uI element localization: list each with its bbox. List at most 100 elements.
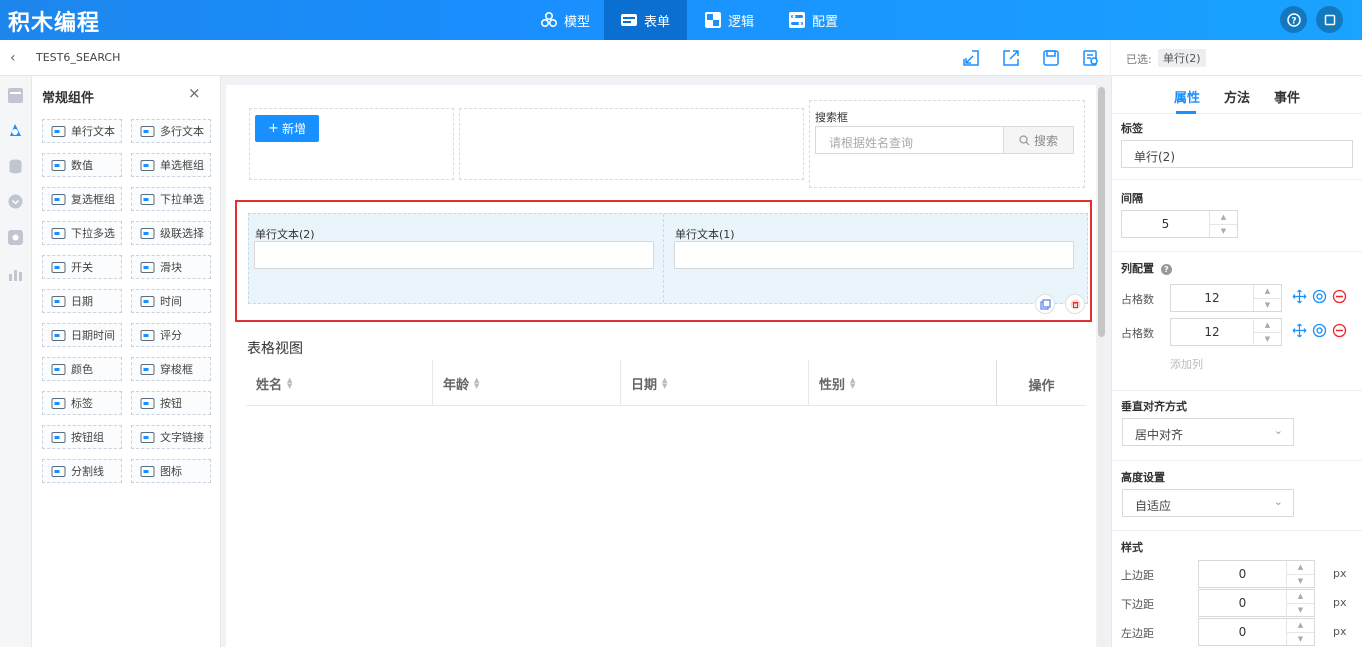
margin-top-stepper[interactable]: 0 ▲ ▼ [1198,560,1315,588]
palette-item[interactable]: 下拉多选 [42,221,122,245]
tag-icon [51,397,66,409]
sort-icon[interactable]: ▲ ▼ [662,377,667,390]
close-icon[interactable]: × [188,84,201,102]
nav-tab-config[interactable]: 配置 [772,0,854,40]
palette-item[interactable]: 日期 [42,289,122,313]
column-name[interactable]: 姓名 ▲ ▼ [246,360,432,406]
layout-icon[interactable] [7,87,24,104]
palette-item[interactable]: 单行文本 [42,119,122,143]
preview-icon[interactable] [1082,49,1100,67]
help-circle-icon[interactable]: ? [1160,264,1172,275]
remove-icon[interactable] [1332,289,1347,304]
divider [1112,179,1362,180]
column-age[interactable]: 年龄 ▲ ▼ [433,360,620,406]
add-button[interactable]: + 新增 [255,115,319,142]
import-icon[interactable] [962,49,980,67]
sort-icon[interactable]: ▲ ▼ [474,377,479,390]
save-icon[interactable] [1042,49,1060,67]
canvas-scrollbar[interactable] [1098,85,1105,647]
move-icon[interactable] [1292,323,1307,338]
palette-item[interactable]: 级联选择 [131,221,211,245]
chevron-down-icon: ⌄ [1273,424,1283,437]
palette-item[interactable]: 时间 [131,289,211,313]
chart-icon[interactable] [7,266,24,283]
palette-item[interactable]: 按钮组 [42,425,122,449]
decrement-icon[interactable]: ▼ [1287,602,1314,617]
valign-select[interactable]: 居中对齐 ⌄ [1122,418,1294,446]
palette-item[interactable]: 开关 [42,255,122,279]
palette-item[interactable]: 数值 [42,153,122,177]
sort-icon[interactable]: ▲ ▼ [287,377,292,390]
drop-zone-2[interactable] [459,108,804,180]
single-line-text-icon [51,125,66,137]
palette-item[interactable]: 多行文本 [131,119,211,143]
palette-item[interactable]: 颜色 [42,357,122,381]
search-button[interactable]: 搜索 [1003,126,1074,154]
decrement-icon[interactable]: ▼ [1210,223,1237,238]
increment-icon[interactable]: ▲ [1254,285,1281,298]
palette-item[interactable]: 日期时间 [42,323,122,347]
margin-bottom-label: 下边距 [1121,598,1154,611]
palette-item-label: 分割线 [71,465,104,478]
add-column-link[interactable]: 添加列 [1170,356,1203,372]
divider-icon [51,465,66,477]
sort-icon[interactable]: ▲ ▼ [850,377,855,390]
palette-item[interactable]: 按钮 [131,391,211,415]
copy-button[interactable] [1035,294,1055,314]
tab-properties[interactable]: 属性 [1174,87,1200,106]
increment-icon[interactable]: ▲ [1210,211,1237,224]
gap-stepper[interactable]: 5 ▲ ▼ [1121,210,1238,238]
delete-button[interactable] [1065,294,1085,314]
move-icon[interactable] [1292,289,1307,304]
scrollbar-thumb[interactable] [1098,87,1105,337]
increment-icon[interactable]: ▲ [1287,561,1314,574]
palette-item[interactable]: 穿梭框 [131,357,211,381]
increment-icon[interactable]: ▲ [1287,619,1314,632]
text-input-2[interactable] [674,241,1074,269]
increment-icon[interactable]: ▲ [1254,319,1281,332]
palette-item[interactable]: 图标 [131,459,211,483]
database-icon[interactable] [7,158,24,175]
decrement-icon[interactable]: ▼ [1287,573,1314,588]
settings-icon[interactable] [1312,323,1327,338]
settings-icon[interactable] [1312,289,1327,304]
decrement-icon[interactable]: ▼ [1287,631,1314,646]
margin-left-stepper[interactable]: 0 ▲ ▼ [1198,618,1315,646]
nav-tab-logic[interactable]: 逻辑 [688,0,770,40]
margin-bottom-stepper[interactable]: 0 ▲ ▼ [1198,589,1315,617]
divider [1112,390,1362,391]
height-select[interactable]: 自适应 ⌄ [1122,489,1294,517]
settings-square-icon[interactable] [7,229,24,246]
column-gender[interactable]: 性别 ▲ ▼ [809,360,996,406]
chevron-circle-icon[interactable] [7,193,24,210]
add-button-label: 新增 [281,122,306,136]
column-date[interactable]: 日期 ▲ ▼ [621,360,808,406]
tab-methods[interactable]: 方法 [1224,87,1250,106]
palette-item[interactable]: 滑块 [131,255,211,279]
col-span-stepper-2[interactable]: 12 ▲ ▼ [1170,318,1282,346]
search-input[interactable]: 请根据姓名查询 [815,126,1004,154]
text-input-1[interactable] [254,241,654,269]
decrement-icon[interactable]: ▼ [1254,297,1281,312]
palette-item[interactable]: 下拉单选 [131,187,211,211]
style-section-title: 样式 [1121,541,1143,554]
decrement-icon[interactable]: ▼ [1254,331,1281,346]
palette-item[interactable]: 标签 [42,391,122,415]
components-icon[interactable] [7,122,24,139]
remove-icon[interactable] [1332,323,1347,338]
back-arrow-icon[interactable]: ‹ [10,50,16,66]
palette-item[interactable]: 单选框组 [131,153,211,177]
col-span-stepper-1[interactable]: 12 ▲ ▼ [1170,284,1282,312]
palette-item[interactable]: 复选框组 [42,187,122,211]
palette-item[interactable]: 分割线 [42,459,122,483]
palette-item[interactable]: 评分 [131,323,211,347]
tab-events[interactable]: 事件 [1274,87,1300,106]
palette-item[interactable]: 文字链接 [131,425,211,449]
label-input[interactable]: 单行(2) [1121,140,1353,168]
nav-tab-form[interactable]: 表单 [604,0,687,40]
help-button[interactable]: ? [1280,6,1307,33]
export-icon[interactable] [1002,49,1020,67]
nav-tab-model[interactable]: 模型 [524,0,606,40]
fullscreen-button[interactable] [1316,6,1343,33]
increment-icon[interactable]: ▲ [1287,590,1314,603]
